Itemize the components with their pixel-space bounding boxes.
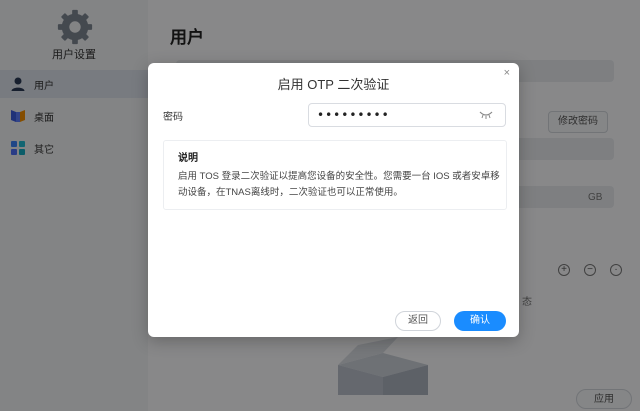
- back-button[interactable]: 返回: [395, 311, 441, 331]
- info-text: 启用 TOS 登录二次验证以提高您设备的安全性。您需要一台 IOS 或者安卓移动…: [178, 171, 500, 198]
- password-field[interactable]: [308, 103, 506, 127]
- otp-dialog: 启用 OTP 二次验证 × 密码 说明 启用 TOS 登录二次验证以提高您设备的…: [148, 63, 519, 337]
- close-icon[interactable]: ×: [504, 67, 510, 79]
- password-label: 密码: [163, 112, 183, 123]
- eye-closed-icon[interactable]: [479, 109, 493, 119]
- confirm-button[interactable]: 确认: [454, 311, 506, 331]
- info-title: 说明: [178, 153, 198, 164]
- info-panel: 说明 启用 TOS 登录二次验证以提高您设备的安全性。您需要一台 IOS 或者安…: [163, 140, 507, 210]
- dialog-title: 启用 OTP 二次验证: [277, 77, 390, 92]
